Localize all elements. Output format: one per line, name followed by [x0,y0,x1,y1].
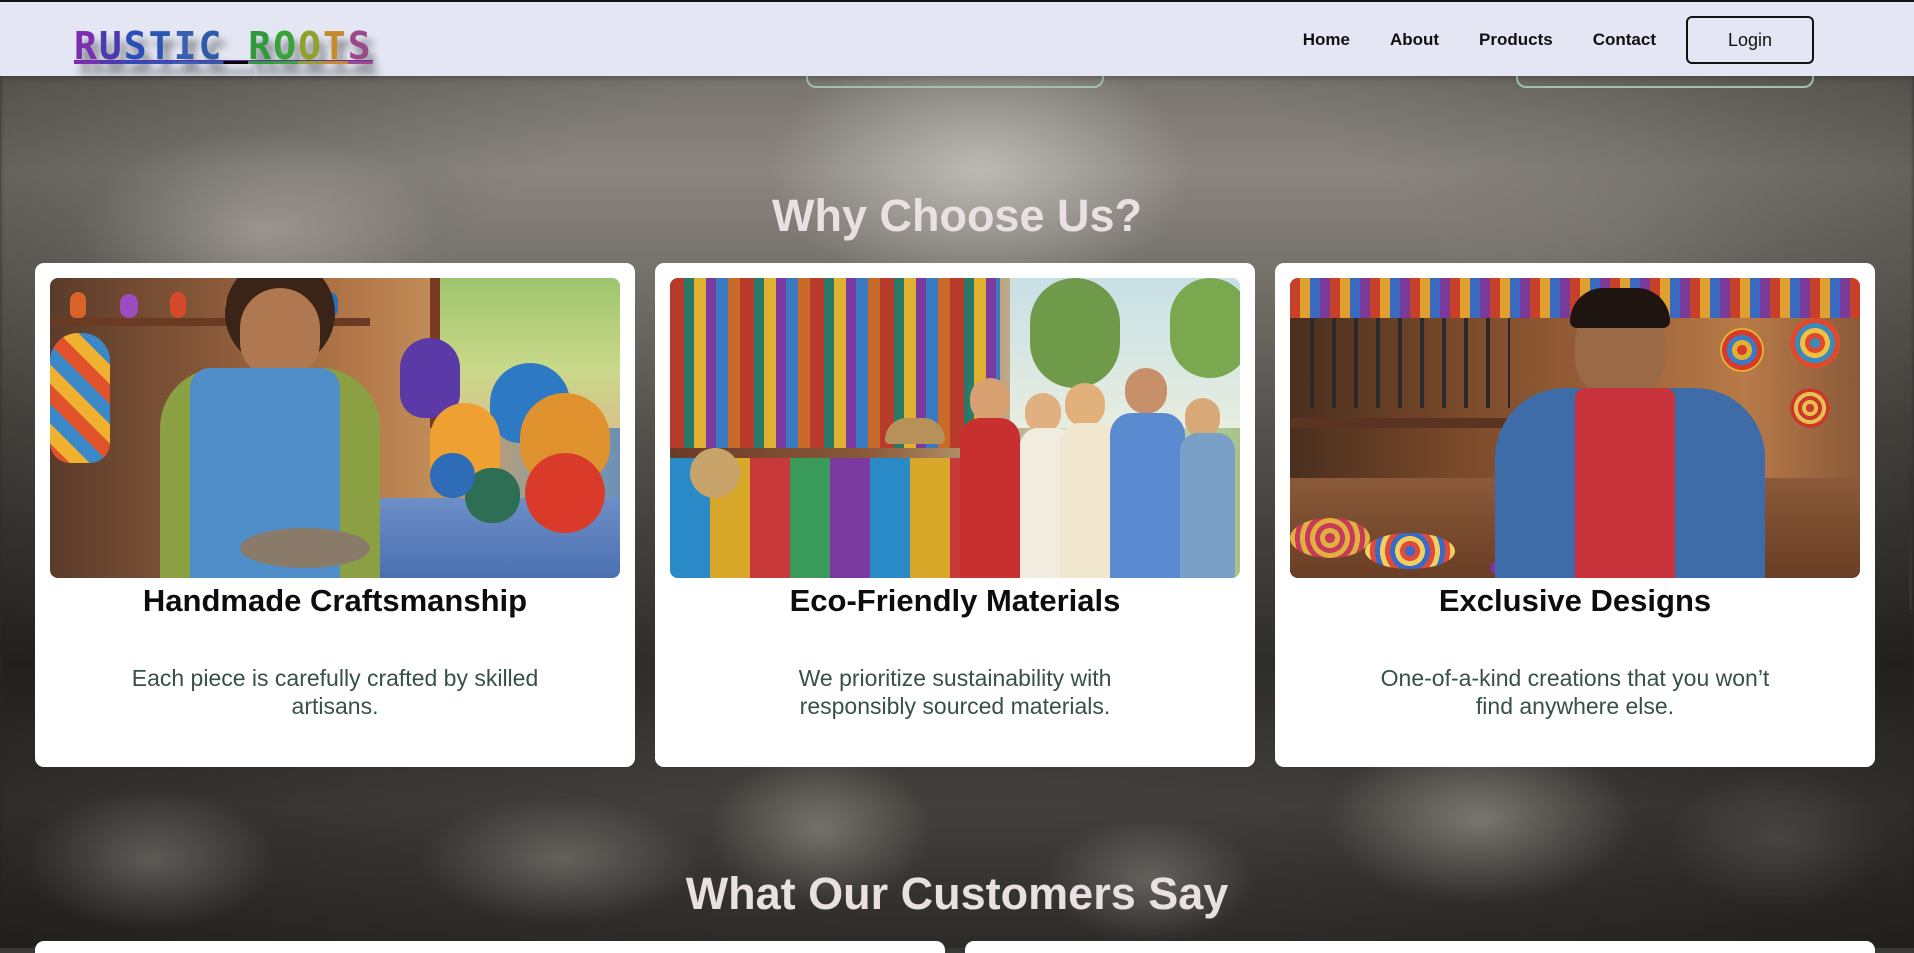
feature-description: Each piece is carefully crafted by skill… [131,665,539,719]
logo-letter: C [198,24,224,68]
feature-card: Exclusive Designs One-of-a-kind creation… [1275,263,1875,767]
logo-letter [223,24,248,68]
workshop-craftsman-image [1290,278,1860,578]
logo-letter: T [322,24,348,68]
testimonial-card [965,941,1875,953]
logo-letter: S [123,24,149,68]
features-cards: Handmade Craftsmanship Each piece is car… [35,263,1875,767]
testimonial-card [35,941,945,953]
feature-card: Eco-Friendly Materials We prioritize sus… [655,263,1255,767]
nav-links: Home About Products Contact [1303,30,1656,50]
nav-contact-link[interactable]: Contact [1593,30,1656,50]
navbar: RUSTIC ROOTS Home About Products Contact… [0,0,1914,76]
feature-card: Handmade Craftsmanship Each piece is car… [35,263,635,767]
feature-title: Eco-Friendly Materials [789,583,1121,618]
page-scrollbar[interactable] [1909,470,1912,610]
site-logo[interactable]: RUSTIC ROOTS [74,24,373,68]
logo-letter: O [298,24,323,68]
feature-title: Exclusive Designs [1438,583,1712,618]
why-choose-us-heading: Why Choose Us? [771,190,1143,241]
feature-title: Handmade Craftsmanship [142,583,528,618]
pottery-artisan-image [50,278,620,578]
market-stall-image [670,278,1240,578]
logo-letter: U [98,24,124,68]
testimonials-heading: What Our Customers Say [685,868,1229,919]
feature-description: One-of-a-kind creations that you won’t f… [1380,665,1770,719]
nav-home-link[interactable]: Home [1303,30,1350,50]
logo-letter: I [173,24,199,68]
logo-letter: T [148,24,174,68]
nav-products-link[interactable]: Products [1479,30,1553,50]
nav-about-link[interactable]: About [1390,30,1439,50]
logo-letter: R [248,24,274,68]
login-button[interactable]: Login [1686,16,1814,64]
feature-description: We prioritize sustainability with respon… [798,665,1112,719]
logo-letter: O [273,24,299,68]
logo-letter: S [347,24,373,68]
logo-letter: R [74,24,99,68]
